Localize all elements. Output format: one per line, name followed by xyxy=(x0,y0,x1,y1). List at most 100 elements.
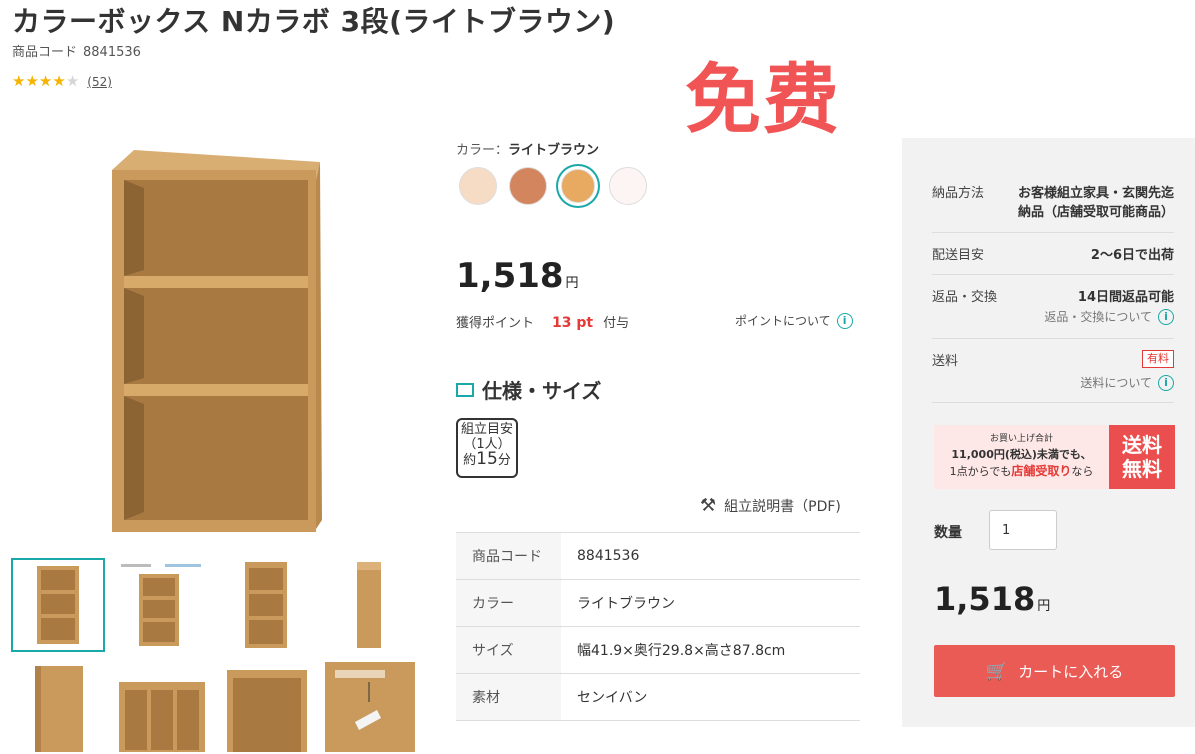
color-swatch-option[interactable] xyxy=(456,164,500,208)
thumbnail[interactable] xyxy=(219,660,313,754)
color-swatches xyxy=(456,164,650,208)
shipping-row: 送料 有料 送料について i xyxy=(932,350,1174,403)
spec-row: サイズ 幅41.9×奥行29.8×高さ87.8cm xyxy=(456,627,860,674)
delivery-eta-label: 配送目安 xyxy=(932,248,985,263)
spec-key: サイズ xyxy=(456,627,561,673)
price-value: 1,518 xyxy=(456,256,564,296)
assembly-minutes: 15 xyxy=(476,449,498,469)
thumbnail[interactable] xyxy=(11,558,105,652)
product-code: 商品コード 8841536 xyxy=(12,41,141,60)
info-icon: i xyxy=(1158,308,1174,325)
color-swatch xyxy=(509,167,547,205)
panel-price-unit: 円 xyxy=(1037,599,1051,614)
spec-row: カラー ライトブラウン xyxy=(456,580,860,627)
assembly-manual-label: 組立説明書（PDF) xyxy=(724,498,841,515)
delivery-method-line2: 納品（店舗受取可能商品） xyxy=(1017,205,1174,220)
product-title: カラーボックス Nカラボ 3段(ライトブラウン) xyxy=(12,5,616,38)
points-value: 13 pt xyxy=(552,315,594,331)
spec-row: 素材 センイバン xyxy=(456,674,860,721)
product-code-value: 8841536 xyxy=(83,45,141,60)
thumbnail[interactable] xyxy=(115,558,209,652)
review-count-link[interactable]: (52) xyxy=(87,75,112,89)
thumbnail[interactable] xyxy=(323,558,417,652)
add-to-cart-button[interactable]: 🛒 カートに入れる xyxy=(934,645,1175,697)
assembly-line1: 組立目安 xyxy=(460,422,513,437)
price: 1,518 円 xyxy=(456,256,579,296)
color-swatch-option[interactable] xyxy=(606,164,650,208)
color-swatch-option-selected[interactable] xyxy=(556,164,600,208)
rating: ★ ★ ★ ★ ★ (52) xyxy=(12,74,112,89)
shipping-info-link[interactable]: 送料について i xyxy=(1080,374,1174,391)
color-swatch xyxy=(609,167,647,205)
color-selected-name: ライトブラウン xyxy=(508,143,600,158)
points-info-label: ポイントについて xyxy=(735,314,831,328)
color-swatch xyxy=(561,169,595,203)
assembly-approx: 約 xyxy=(463,453,477,468)
spec-heading: 仕様・サイズ xyxy=(456,375,601,404)
quantity-input[interactable] xyxy=(989,510,1057,550)
spec-key: 素材 xyxy=(456,674,561,720)
shipping-fee-badge: 有料 xyxy=(1142,350,1174,368)
delivery-eta-value: 2〜6日で出荷 xyxy=(1090,248,1174,263)
star-icon: ★ xyxy=(38,72,53,90)
info-icon: i xyxy=(836,312,853,329)
color-swatch xyxy=(459,167,497,205)
assembly-line3: 約15分 xyxy=(458,449,516,469)
color-label-prefix: カラー： xyxy=(456,143,509,158)
overlay-text: 免费 xyxy=(685,55,841,144)
spec-value: 8841536 xyxy=(577,548,640,564)
assembly-time-badge: 組立目安 （1人） 約15分 xyxy=(456,418,518,478)
banner-line3c: なら xyxy=(1071,465,1094,478)
delivery-method-row: 納品方法 お客様組立家具・玄関先迄 納品（店舗受取可能商品） xyxy=(932,182,1174,233)
thumbnail[interactable] xyxy=(11,660,105,754)
spec-key: カラー xyxy=(456,580,561,626)
points: 獲得ポイント 13 pt 付与 xyxy=(456,312,629,331)
add-to-cart-label: カートに入れる xyxy=(1018,662,1124,681)
cart-plus-icon: 🛒 xyxy=(985,660,1009,682)
thumbnail[interactable] xyxy=(219,558,313,652)
assembly-manual-link[interactable]: ⚒ 組立説明書（PDF) xyxy=(700,495,841,516)
star-icon: ★ xyxy=(25,72,39,90)
star-empty-icon: ★ xyxy=(65,72,80,90)
shipping-info-label: 送料について xyxy=(1080,376,1152,390)
delivery-method-line1: お客様組立家具・玄関先迄 xyxy=(1017,186,1174,201)
spec-value: センイバン xyxy=(577,690,648,706)
color-label: カラー：ライトブラウン xyxy=(456,139,599,158)
banner-line2: 11,000円(税込)未満でも、 xyxy=(951,448,1092,461)
thumbnail[interactable] xyxy=(115,660,209,754)
free-shipping-tag-line1: 送料 xyxy=(1122,433,1162,457)
product-code-label: 商品コード xyxy=(12,45,78,60)
free-shipping-tag: 送料 無料 xyxy=(1109,425,1175,489)
product-main-image xyxy=(112,150,322,532)
points-label: 獲得ポイント xyxy=(456,316,535,331)
return-label: 返品・交換 xyxy=(932,290,998,305)
delivery-method-label: 納品方法 xyxy=(932,186,985,201)
assembly-minutes-unit: 分 xyxy=(497,453,511,468)
shipping-label: 送料 xyxy=(932,354,959,369)
banner-text: お買い上げ合計 11,000円(税込)未満でも、 1点からでも店舗受取りなら xyxy=(934,431,1109,480)
panel-price: 1,518 円 xyxy=(934,580,1050,618)
spec-value: ライトブラウン xyxy=(577,596,675,612)
panel-price-value: 1,518 xyxy=(934,580,1036,618)
price-unit: 円 xyxy=(565,276,579,291)
banner-line1: お買い上げ合計 xyxy=(989,434,1053,444)
points-suffix: 付与 xyxy=(603,316,630,331)
tools-icon: ⚒ xyxy=(700,495,717,516)
star-icon: ★ xyxy=(12,72,26,90)
color-swatch-option[interactable] xyxy=(506,164,550,208)
points-info-link[interactable]: ポイントについて i xyxy=(735,312,853,329)
free-shipping-banner[interactable]: お買い上げ合計 11,000円(税込)未満でも、 1点からでも店舗受取りなら 送… xyxy=(934,425,1175,489)
star-icon: ★ xyxy=(52,72,66,90)
ruler-icon xyxy=(456,382,474,397)
banner-line3a: 1点からでも xyxy=(949,465,1012,478)
thumbnail[interactable] xyxy=(323,660,417,754)
banner-line3b: 店舗受取り xyxy=(1011,464,1072,478)
quantity-label: 数量 xyxy=(934,525,962,541)
return-info-link[interactable]: 返品・交換について i xyxy=(1044,308,1174,325)
free-shipping-tag-line2: 無料 xyxy=(1122,457,1162,481)
spec-row: 商品コード 8841536 xyxy=(456,533,860,580)
delivery-eta-row: 配送目安 2〜6日で出荷 xyxy=(932,244,1174,275)
spec-key: 商品コード xyxy=(456,533,561,579)
return-row: 返品・交換 14日間返品可能 返品・交換について i xyxy=(932,286,1174,339)
return-info-label: 返品・交換について xyxy=(1044,310,1152,324)
